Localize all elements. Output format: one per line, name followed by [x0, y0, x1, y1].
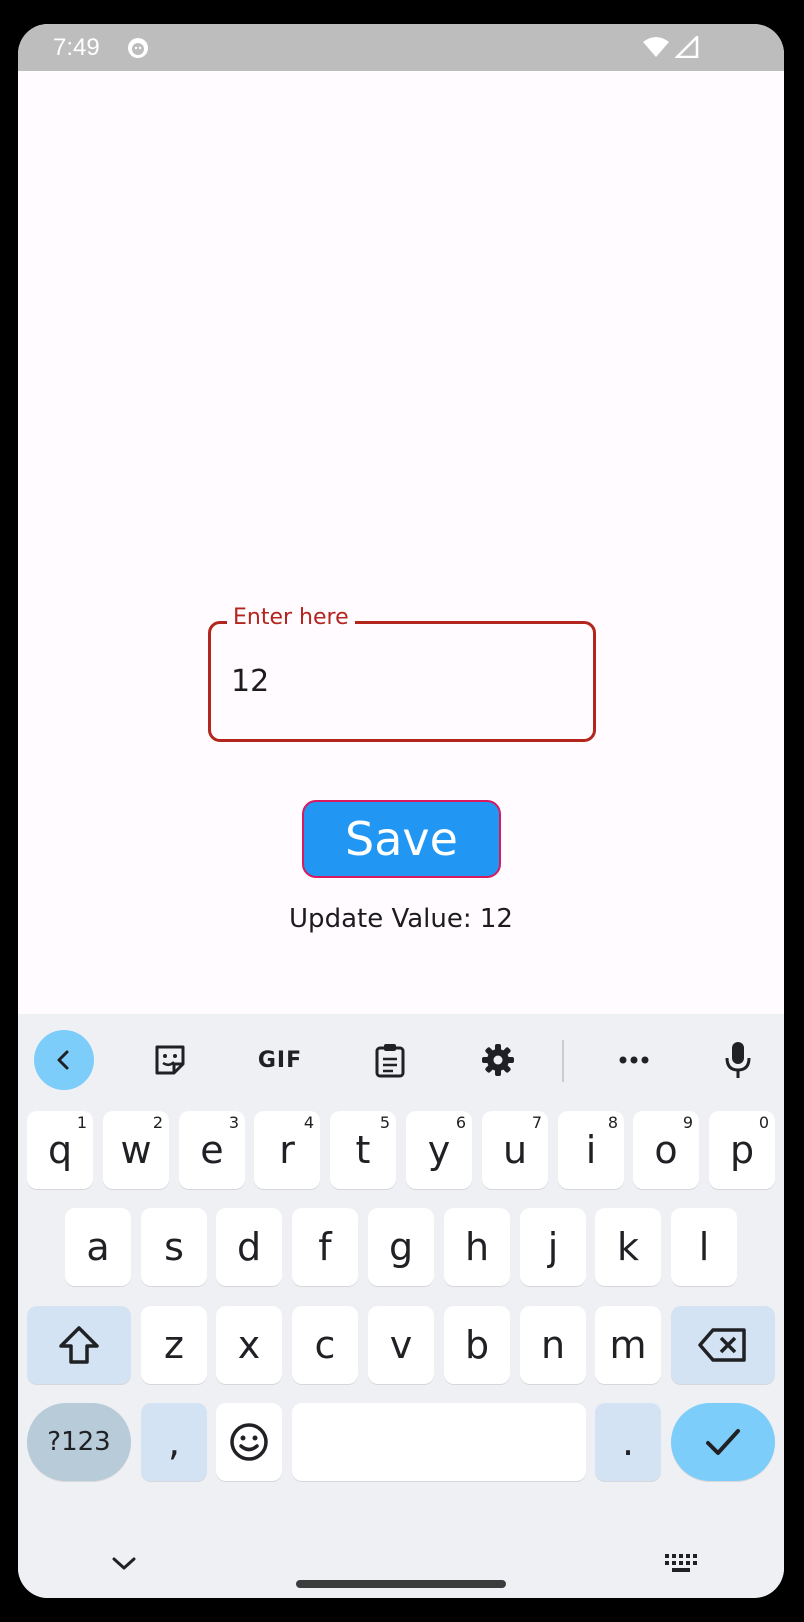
key-p[interactable]: p0 — [709, 1111, 775, 1189]
comma-key[interactable]: , — [141, 1403, 207, 1481]
enter-here-field[interactable]: Enter here 12 — [208, 605, 596, 742]
toolbar-divider — [562, 1040, 564, 1082]
key-o[interactable]: o9 — [633, 1111, 699, 1189]
key-m[interactable]: m — [595, 1306, 661, 1384]
gear-icon — [482, 1044, 514, 1076]
key-letter: q — [47, 1128, 73, 1172]
symbols-key[interactable]: ?123 — [27, 1403, 131, 1481]
toolbar-back-button[interactable] — [34, 1030, 94, 1090]
key-letter: r — [279, 1128, 295, 1172]
voice-input-button[interactable] — [712, 1034, 764, 1086]
key-i[interactable]: i8 — [558, 1111, 624, 1189]
hide-keyboard-chevron-icon[interactable] — [110, 1554, 138, 1574]
key-f[interactable]: f — [292, 1208, 358, 1286]
space-key[interactable] — [292, 1403, 586, 1481]
clipboard-button[interactable] — [364, 1034, 416, 1086]
key-hint: 4 — [303, 1113, 314, 1132]
period-key[interactable]: . — [595, 1403, 661, 1481]
key-w[interactable]: w2 — [103, 1111, 169, 1189]
key-letter: p — [729, 1128, 755, 1172]
key-letter: w — [120, 1128, 152, 1172]
key-hint: 5 — [379, 1113, 390, 1132]
sticker-icon — [155, 1045, 185, 1075]
key-hint: 2 — [152, 1113, 163, 1132]
save-button[interactable]: Save — [302, 800, 501, 878]
key-letter: u — [502, 1128, 528, 1172]
wifi-icon — [643, 37, 669, 57]
key-d[interactable]: d — [216, 1208, 282, 1286]
enter-key[interactable] — [671, 1403, 775, 1481]
key-y[interactable]: y6 — [406, 1111, 472, 1189]
key-v[interactable]: v — [368, 1306, 434, 1384]
key-a[interactable]: a — [65, 1208, 131, 1286]
key-e[interactable]: e3 — [179, 1111, 245, 1189]
key-z[interactable]: z — [141, 1306, 207, 1384]
sticker-button[interactable] — [144, 1034, 196, 1086]
shift-arrow-icon — [59, 1326, 99, 1364]
chevron-left-icon — [57, 1050, 69, 1070]
emoji-smile-icon — [230, 1423, 268, 1461]
field-label: Enter here — [227, 605, 355, 630]
key-k[interactable]: k — [595, 1208, 661, 1286]
key-b[interactable]: b — [444, 1306, 510, 1384]
backspace-icon — [698, 1328, 746, 1362]
key-q[interactable]: q1 — [27, 1111, 93, 1189]
update-value-text: Update Value: 12 — [289, 904, 513, 934]
field-value[interactable]: 12 — [231, 664, 269, 699]
android-robot-icon — [128, 38, 148, 58]
key-n[interactable]: n — [520, 1306, 586, 1384]
keyboard-switch-icon[interactable] — [664, 1552, 698, 1574]
key-letter: i — [585, 1128, 597, 1172]
key-letter: y — [427, 1128, 451, 1172]
soft-keyboard: GIF q 1 w 2 e 3 r 4 t 5 y 6 u 7 i 8 o 9 … — [18, 1014, 784, 1598]
status-bar: 7:49 — [18, 24, 784, 71]
key-letter: t — [355, 1128, 371, 1172]
more-horizontal-icon — [619, 1056, 649, 1064]
key-hint: 6 — [455, 1113, 466, 1132]
key-s[interactable]: s — [141, 1208, 207, 1286]
key-t[interactable]: t5 — [330, 1111, 396, 1189]
key-hint: 9 — [682, 1113, 693, 1132]
signal-icon — [675, 36, 699, 58]
key-letter: e — [200, 1128, 224, 1172]
shift-key[interactable] — [27, 1306, 131, 1384]
key-r[interactable]: r4 — [254, 1111, 320, 1189]
keyboard-toolbar: GIF — [18, 1014, 784, 1104]
key-hint: 8 — [607, 1113, 618, 1132]
home-indicator[interactable] — [296, 1580, 506, 1588]
key-u[interactable]: u7 — [482, 1111, 548, 1189]
checkmark-icon — [706, 1429, 740, 1455]
key-x[interactable]: x — [216, 1306, 282, 1384]
key-letter: o — [654, 1128, 678, 1172]
backspace-key[interactable] — [671, 1306, 775, 1384]
emoji-key[interactable] — [216, 1403, 282, 1481]
key-hint: 7 — [531, 1113, 542, 1132]
settings-button[interactable] — [472, 1034, 524, 1086]
clipboard-icon — [375, 1044, 405, 1078]
key-h[interactable]: h — [444, 1208, 510, 1286]
microphone-icon — [725, 1042, 751, 1078]
status-time: 7:49 — [53, 34, 100, 61]
key-hint: 3 — [228, 1113, 239, 1132]
gif-button[interactable]: GIF — [254, 1034, 306, 1086]
phone-screen: 7:49 Enter here 12 Save Update Value: 12 — [18, 24, 784, 1598]
key-g[interactable]: g — [368, 1208, 434, 1286]
key-hint: 0 — [758, 1113, 769, 1132]
key-c[interactable]: c — [292, 1306, 358, 1384]
key-hint: 1 — [76, 1113, 87, 1132]
key-l[interactable]: l — [671, 1208, 737, 1286]
key-j[interactable]: j — [520, 1208, 586, 1286]
more-button[interactable] — [608, 1034, 660, 1086]
